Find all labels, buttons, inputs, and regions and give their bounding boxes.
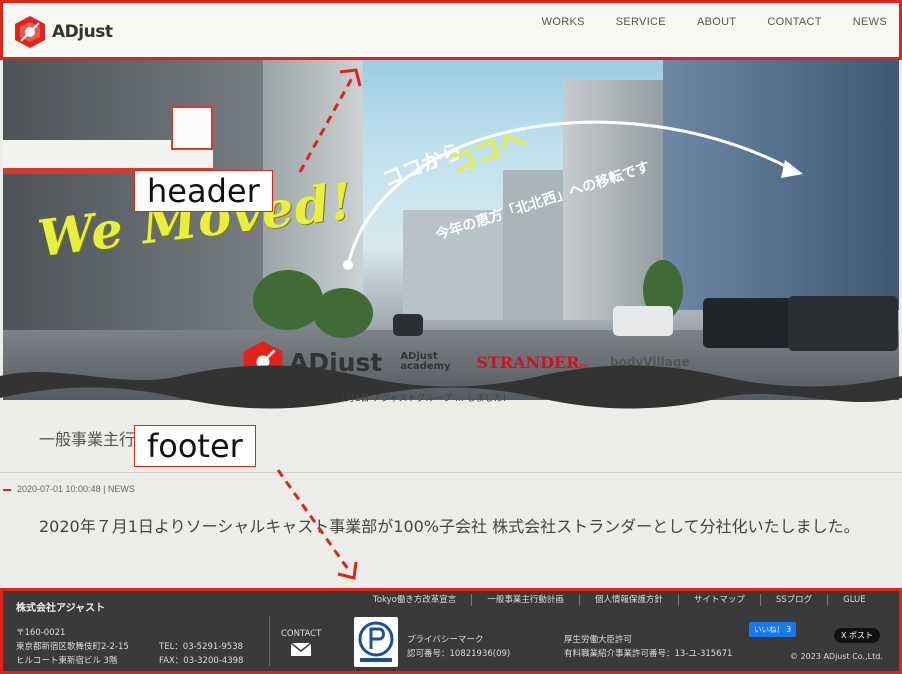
footer-annotation-arrow-icon (276, 469, 358, 580)
page: ADjust WORKS SERVICE ABOUT CONTACT NEWS (0, 0, 902, 674)
